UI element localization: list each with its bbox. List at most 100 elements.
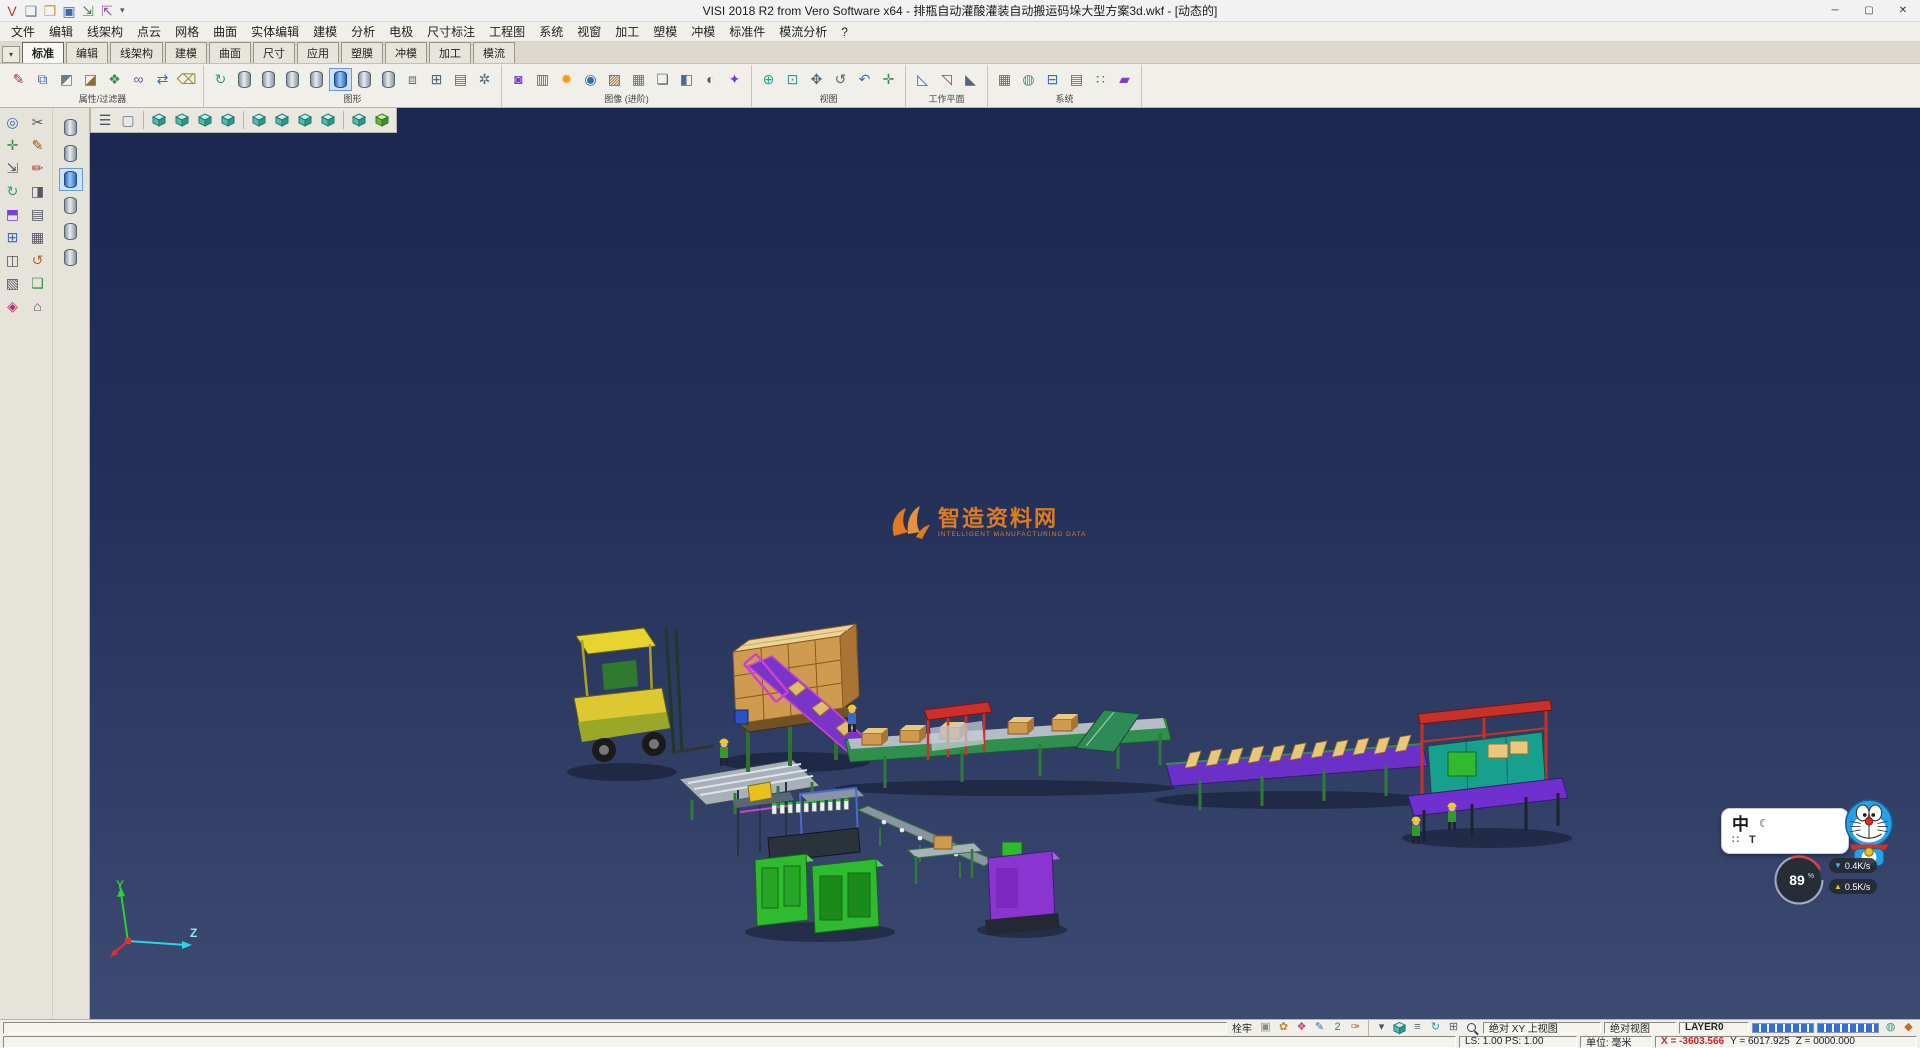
layer-field[interactable]: LAYER0 — [1679, 1022, 1749, 1034]
menu-item-6[interactable]: 曲面 — [206, 22, 244, 41]
window-tool-icon[interactable]: ◫ — [1, 249, 24, 271]
tab-7[interactable]: 应用 — [297, 42, 339, 63]
undo-tool-icon[interactable]: ↺ — [26, 249, 49, 271]
menu-item-2[interactable]: 编辑 — [42, 22, 80, 41]
viewbar-menu-icon[interactable]: ☰ — [94, 110, 116, 131]
scene-icon[interactable]: ▦ — [627, 68, 650, 91]
attribute-edit-icon[interactable]: ✎ — [7, 68, 30, 91]
menu-item-7[interactable]: 实体编辑 — [244, 22, 306, 41]
menu-item-11[interactable]: 尺寸标注 — [420, 22, 482, 41]
status-globe-icon[interactable]: ◍ — [1882, 1021, 1899, 1035]
attribute-copy-icon[interactable]: ⧉ — [31, 68, 54, 91]
open-file-icon[interactable]: ❒ — [41, 2, 59, 20]
filter-slot-6-icon[interactable] — [59, 246, 83, 269]
background-icon[interactable]: ◧ — [675, 68, 698, 91]
move-tool-icon[interactable]: ⇲ — [1, 157, 24, 179]
shade-smooth-icon[interactable] — [257, 68, 280, 91]
scene-bottle-conveyor[interactable] — [858, 806, 994, 878]
tab-10[interactable]: 加工 — [429, 42, 471, 63]
filter-slot-1-icon[interactable] — [59, 116, 83, 139]
point-tool-icon[interactable]: ✛ — [1, 134, 24, 156]
color-filter-icon[interactable]: ◪ — [79, 68, 102, 91]
menu-item-13[interactable]: 系统 — [532, 22, 570, 41]
snap-lock-label[interactable]: 栓牢 — [1230, 1020, 1254, 1035]
hatch-tool-icon[interactable]: ▤ — [26, 203, 49, 225]
import-icon[interactable]: ⇲ — [79, 2, 97, 20]
view-axon-icon[interactable] — [317, 110, 339, 131]
doc-tool-icon[interactable]: ❑ — [26, 272, 49, 294]
download-speed-chip[interactable]: ▼ 0.4K/s — [1829, 858, 1877, 873]
sketch-tool-icon[interactable]: ✎ — [26, 134, 49, 156]
dynamic-rotate-icon[interactable]: ✛ — [877, 68, 900, 91]
save-file-icon[interactable]: ▣ — [60, 2, 78, 20]
battery-widget[interactable]: 89 % — [1773, 854, 1825, 906]
menu-item-15[interactable]: 加工 — [608, 22, 646, 41]
swap-filter-icon[interactable]: ⇄ — [151, 68, 174, 91]
view-blank-icon[interactable]: ▢ — [117, 110, 139, 131]
view-top-icon[interactable] — [171, 110, 193, 131]
view-back-icon[interactable] — [248, 110, 270, 131]
capture-icon[interactable]: ▣ — [1257, 1021, 1274, 1035]
menu-item-19[interactable]: 模流分析 — [772, 22, 834, 41]
refresh-icon[interactable]: ↻ — [1427, 1021, 1444, 1035]
tab-2[interactable]: 编辑 — [66, 42, 108, 63]
menu-item-20[interactable]: ? — [834, 24, 855, 40]
element-filter-icon[interactable]: ❖ — [103, 68, 126, 91]
pan-icon[interactable]: ✥ — [805, 68, 828, 91]
wcs-cube-icon[interactable] — [1391, 1021, 1408, 1035]
camera-icon[interactable]: ◉ — [579, 68, 602, 91]
select-tool-icon[interactable]: ◎ — [1, 111, 24, 133]
tab-3[interactable]: 线架构 — [110, 42, 163, 63]
redraw-icon[interactable]: ↻ — [209, 68, 232, 91]
annotate-icon[interactable]: ✎ — [1311, 1021, 1328, 1035]
tab-8[interactable]: 塑膜 — [341, 42, 383, 63]
brush-icon[interactable]: ✑ — [1347, 1021, 1364, 1035]
material-icon[interactable]: ▥ — [531, 68, 554, 91]
moon-icon[interactable]: ☾ — [1759, 819, 1769, 830]
snap-dropdown-icon[interactable]: ▾ — [1373, 1021, 1390, 1035]
minimize-button[interactable]: ─ — [1818, 0, 1852, 21]
transparent-icon[interactable] — [377, 68, 400, 91]
qat-more-icon[interactable]: ▾ — [116, 5, 129, 16]
export-icon[interactable]: ⇱ — [98, 2, 116, 20]
layer-filter-icon[interactable]: ◩ — [55, 68, 78, 91]
scene-3d[interactable] — [90, 108, 1920, 1019]
tab-1[interactable]: 标准 — [22, 42, 64, 63]
grid-icon[interactable]: ⊞ — [425, 68, 448, 91]
grid-toggle-icon[interactable]: ⊞ — [1445, 1021, 1462, 1035]
filter-slot-2-icon[interactable] — [59, 142, 83, 165]
rotate-view-icon[interactable]: ↺ — [829, 68, 852, 91]
zoom-window-icon[interactable]: ⊡ — [781, 68, 804, 91]
maximize-button[interactable]: ▢ — [1852, 0, 1886, 21]
menu-item-14[interactable]: 视窗 — [570, 22, 608, 41]
shade-edge-icon[interactable] — [281, 68, 304, 91]
workplane-icon[interactable]: ◺ — [911, 68, 934, 91]
menu-item-8[interactable]: 建模 — [306, 22, 344, 41]
shade-active-icon[interactable] — [329, 68, 352, 91]
menu-item-9[interactable]: 分析 — [344, 22, 382, 41]
view-ref-field[interactable]: 绝对视图 — [1604, 1022, 1676, 1034]
visi-logo[interactable]: V — [3, 2, 21, 20]
home-tool-icon[interactable]: ⌂ — [26, 295, 49, 317]
chain-filter-icon[interactable]: ∞ — [127, 68, 150, 91]
tab-6[interactable]: 尺寸 — [253, 42, 295, 63]
database-icon[interactable]: ▤ — [1065, 68, 1088, 91]
menu-item-1[interactable]: 文件 — [4, 22, 42, 41]
view-front-icon[interactable] — [194, 110, 216, 131]
matrix-icon[interactable]: ∷ — [1089, 68, 1112, 91]
calculator-icon[interactable]: ⊟ — [1041, 68, 1064, 91]
workplane-view-icon[interactable]: ◣ — [959, 68, 982, 91]
previous-view-icon[interactable]: ↶ — [853, 68, 876, 91]
status-marker-icon[interactable]: ◆ — [1900, 1021, 1917, 1035]
zoom-fit-icon[interactable]: ⊕ — [757, 68, 780, 91]
reset-filter-icon[interactable]: ⌫ — [175, 68, 198, 91]
skin-icon[interactable]: T — [1749, 835, 1756, 846]
tab-dropdown-icon[interactable]: ▾ — [2, 46, 20, 63]
filter-slot-5-icon[interactable] — [59, 220, 83, 243]
view-mode-field[interactable]: 绝对 XY 上视图 — [1483, 1022, 1601, 1034]
view-right-icon[interactable] — [217, 110, 239, 131]
profile-icon[interactable]: 2 — [1329, 1021, 1346, 1035]
texture-icon[interactable]: ▨ — [603, 68, 626, 91]
menu-item-4[interactable]: 点云 — [130, 22, 168, 41]
tab-4[interactable]: 建模 — [165, 42, 207, 63]
